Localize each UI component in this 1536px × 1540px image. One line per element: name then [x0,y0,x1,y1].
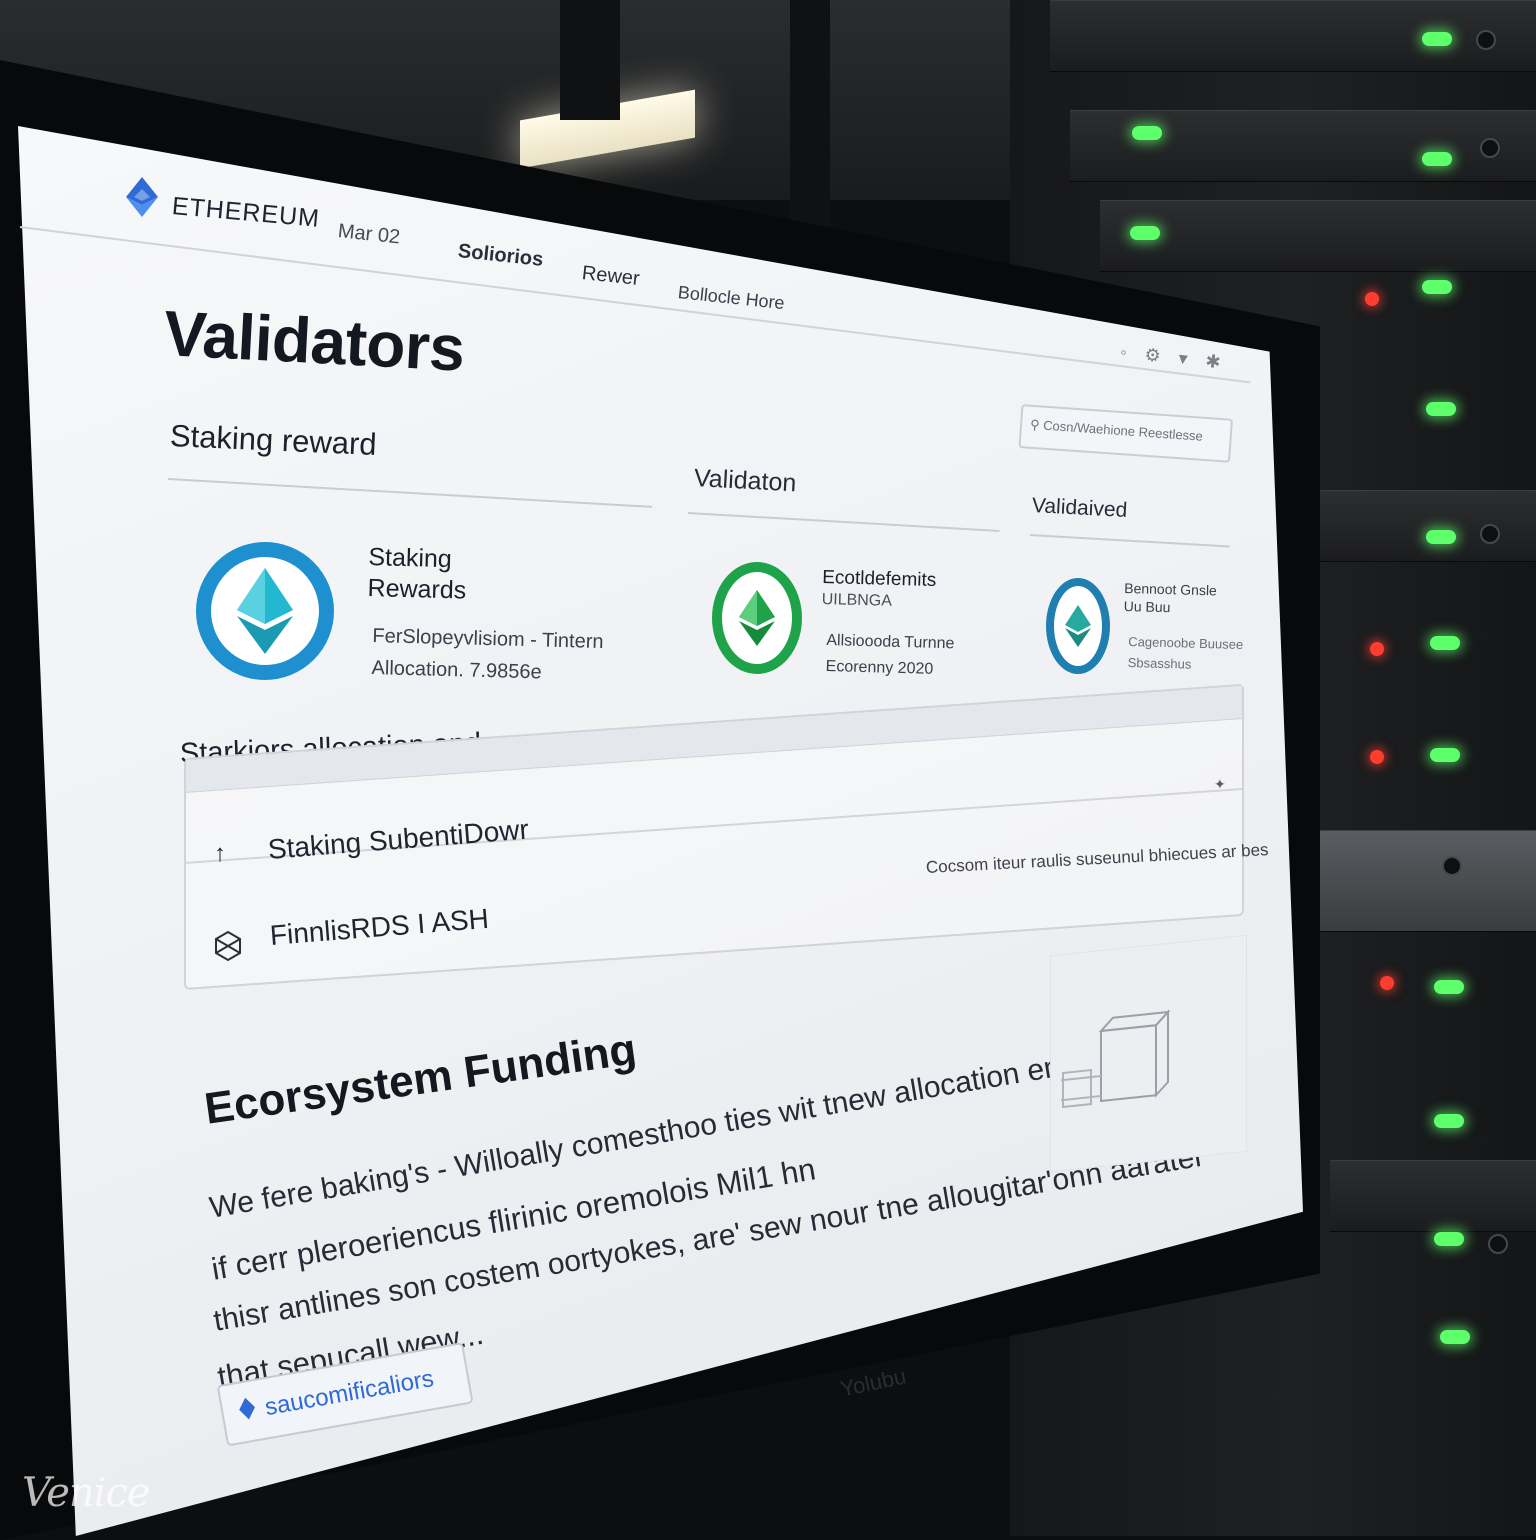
card-text-line: Cagenoobe Buusee [1128,634,1244,653]
ethereum-icon [1046,578,1110,674]
card-title: Bennoot Gnsle Uu Buu [1123,580,1218,617]
status-led-red [1365,292,1379,306]
rack-knob [1476,30,1496,50]
card-title-line: Uu Buu [1123,597,1171,615]
arrow-up-icon: ↑ [214,840,226,867]
status-led-green [1430,748,1460,762]
card-title-line: UILBNGA [821,590,893,610]
card-text-line: Sbsasshus [1127,654,1192,672]
page-title: Validators [162,297,467,385]
status-led-red [1370,750,1384,764]
status-led-green [1422,152,1452,166]
card-description: Allsioooda Turnne Ecorenny 2020 [825,628,954,683]
status-led-green [1440,1330,1470,1344]
watermark: Venice [22,1470,151,1516]
card-text-line: Allocation. 7.9856e [371,656,542,684]
status-led-red [1380,976,1394,990]
card-text-line: Allsioooda Turnne [826,632,955,653]
card-title-line: Staking [368,543,453,574]
ecosystem-illustration [1050,934,1247,1173]
menu-icon[interactable]: ▾ [1178,348,1207,371]
ethereum-diamond-icon [237,1396,258,1427]
rack-knob [1480,524,1500,544]
rack-unit [1050,0,1536,72]
info-icon[interactable]: ◦ [1119,342,1145,364]
rack-knob [1480,138,1500,158]
monitor-brand: Yolubu [838,1363,909,1402]
ceiling-beam [790,0,830,240]
rack-unit [1070,110,1536,182]
rack-knob [1488,1234,1508,1254]
status-led-green [1130,226,1160,240]
ethereum-icon [196,542,334,680]
status-led-green [1426,402,1456,416]
status-led-green [1132,126,1162,140]
rack-unit [1100,200,1536,272]
status-led-green [1422,280,1452,294]
ethereum-icon [712,562,802,674]
status-led-green [1426,530,1456,544]
status-led-red [1370,642,1384,656]
status-led-green [1434,1232,1464,1246]
settings-icon[interactable]: ⚙ [1144,344,1180,367]
card-title: Ecotldefemits UILBNGA [821,566,936,613]
cta-label: saucomificaliors [262,1364,436,1422]
card-description: Cagenoobe Buusee Sbsasshus [1127,632,1244,677]
card-description: FerSlopeyvlisiom - Tintern Allocation. 7… [371,620,604,690]
card-title-line: Ecotldefemits [821,567,937,591]
ethereum-logo-icon[interactable] [122,175,162,219]
column-heading-validated: Validaived [1031,494,1128,522]
card-text-line: Ecorenny 2020 [825,657,934,678]
rack-unit [1330,1160,1536,1232]
card-title: Staking Rewards [367,542,467,607]
rack-unit [1310,490,1536,562]
ceiling-beam [560,0,620,120]
status-led-green [1434,1114,1464,1128]
card-title-line: Bennoot Gnsle [1124,580,1218,599]
cube-icon [214,930,242,969]
user-icon[interactable]: ✱ [1204,351,1239,374]
status-led-green [1434,980,1464,994]
expand-icon[interactable]: ✦ [1214,776,1226,793]
status-led-green [1422,32,1452,46]
column-heading-validator: Validaton [693,464,798,498]
rack-knob [1442,856,1462,876]
search-icon: ⚲ [1029,416,1044,433]
search-text: Cosn/Waehione Reestlesse [1042,417,1204,444]
card-title-line: Rewards [367,574,467,605]
rack-unit [1320,830,1536,932]
status-led-green [1430,636,1460,650]
